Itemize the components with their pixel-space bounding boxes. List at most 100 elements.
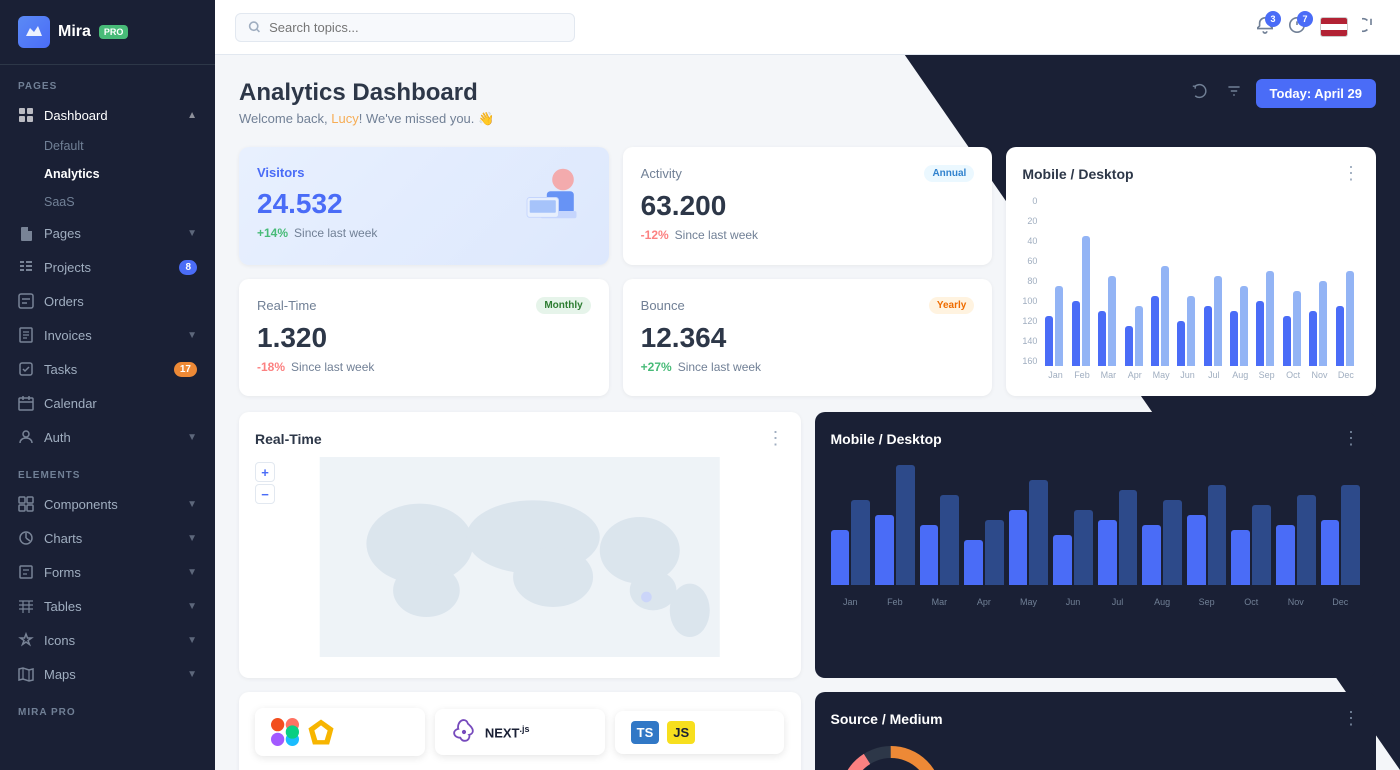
pages-label: PAGES: [0, 65, 215, 98]
alerts-btn[interactable]: 7: [1288, 16, 1306, 39]
sidebar-item-tables[interactable]: Tables ▼: [0, 589, 215, 623]
dark-bar-11a: [1276, 525, 1295, 585]
sidebar-item-calendar[interactable]: Calendar: [0, 386, 215, 420]
map-menu[interactable]: ⋮: [767, 428, 785, 449]
dark-bar-9b: [1208, 485, 1227, 585]
tables-icon: [18, 598, 34, 614]
sidebar-item-forms[interactable]: Forms ▼: [0, 555, 215, 589]
sidebar-item-dashboard[interactable]: Dashboard ▲: [0, 98, 215, 132]
sidebar-item-tasks[interactable]: Tasks 17: [0, 352, 215, 386]
realtime-value: 1.320: [257, 322, 591, 354]
components-label: Components: [44, 497, 177, 512]
bar-jul-light: [1214, 276, 1222, 366]
sidebar-item-invoices[interactable]: Invoices ▼: [0, 318, 215, 352]
auth-label: Auth: [44, 430, 177, 445]
tasks-label: Tasks: [44, 362, 164, 377]
bar-mar-light: [1108, 276, 1116, 366]
bounce-value: 12.364: [641, 322, 975, 354]
dark-bar-6b: [1074, 510, 1093, 585]
bar-chart-inner: [1041, 196, 1360, 366]
page-header-actions: Today: April 29: [1188, 79, 1376, 108]
sidebar-item-analytics[interactable]: Analytics: [0, 160, 215, 188]
main-content: 3 7 Analytics Dashboard Welcome back, Lu…: [215, 0, 1400, 770]
maps-chevron: ▼: [187, 669, 197, 680]
mobile-desktop-title: Mobile / Desktop: [1022, 166, 1133, 182]
logo-icon: [18, 16, 50, 48]
bar-jun-light: [1187, 296, 1195, 366]
invoices-chevron: ▼: [187, 330, 197, 341]
search-wrap[interactable]: [235, 13, 575, 42]
activity-label: Activity: [641, 166, 682, 181]
tables-chevron: ▼: [187, 601, 197, 612]
page-header: Analytics Dashboard Welcome back, Lucy! …: [239, 79, 1376, 127]
sidebar-item-default[interactable]: Default: [0, 132, 215, 160]
sidebar-item-charts[interactable]: Charts ▼: [0, 521, 215, 555]
dark-bar-4a: [964, 540, 983, 585]
realtime-change: -18%: [257, 360, 285, 374]
sidebar-item-icons[interactable]: Icons ▼: [0, 623, 215, 657]
components-icon: [18, 496, 34, 512]
figma-sketch-card: [255, 708, 425, 756]
forms-chevron: ▼: [187, 567, 197, 578]
bar-oct-dark: [1283, 316, 1291, 366]
pages-label-item: Pages: [44, 226, 177, 241]
bar-sep-light: [1266, 271, 1274, 366]
dark-bar-10b: [1252, 505, 1271, 585]
map-title: Real-Time: [255, 431, 322, 447]
tasks-badge: 17: [174, 362, 197, 377]
dark-bar-2b: [896, 465, 915, 585]
orders-label: Orders: [44, 294, 197, 309]
auth-icon: [18, 429, 34, 445]
sidebar-item-pages[interactable]: Pages ▼: [0, 216, 215, 250]
sidebar-item-auth[interactable]: Auth ▼: [0, 420, 215, 454]
source-medium-title: Source / Medium: [831, 711, 943, 727]
dark-bar-month-labels: Jan Feb Mar Apr May Jun Jul Aug Sep Oct …: [831, 597, 1361, 607]
bar-oct-light: [1293, 291, 1301, 366]
dark-bar-8a: [1142, 525, 1161, 585]
date-btn[interactable]: Today: April 29: [1256, 79, 1376, 108]
calendar-label: Calendar: [44, 396, 197, 411]
activity-value: 63.200: [641, 190, 975, 222]
language-flag[interactable]: [1320, 17, 1348, 37]
bar-may-dark: [1151, 296, 1159, 366]
sidebar-item-maps[interactable]: Maps ▼: [0, 657, 215, 691]
ts-js-card: TS JS: [615, 711, 785, 754]
invoices-icon: [18, 327, 34, 343]
sidebar-item-saas[interactable]: SaaS: [0, 188, 215, 216]
filter-btn[interactable]: [1222, 79, 1246, 108]
dark-bar-3b: [940, 495, 959, 585]
bottom-row: NEXT.js TS JS Source / Medium ⋮: [239, 692, 1376, 770]
sidebar-logo: Mira PRO: [0, 0, 215, 65]
auth-chevron: ▼: [187, 432, 197, 443]
world-map-svg: [255, 457, 785, 657]
sidebar-item-components[interactable]: Components ▼: [0, 487, 215, 521]
source-medium-card: Source / Medium ⋮: [815, 692, 1377, 770]
search-input[interactable]: [269, 20, 562, 35]
tables-label: Tables: [44, 599, 177, 614]
dark-bar-1a: [831, 530, 850, 585]
bar-feb-dark: [1072, 301, 1080, 366]
projects-badge: 8: [179, 260, 197, 275]
donut-wrap: +23% new visitors: [831, 737, 951, 770]
sidebar-item-projects[interactable]: Projects 8: [0, 250, 215, 284]
refresh-btn[interactable]: [1188, 79, 1212, 108]
projects-icon: [18, 259, 34, 275]
power-btn[interactable]: [1362, 16, 1380, 39]
dark-bar-1b: [851, 500, 870, 585]
notifications-btn[interactable]: 3: [1256, 16, 1274, 39]
figma-icon: [271, 718, 299, 746]
sidebar-item-orders[interactable]: Orders: [0, 284, 215, 318]
activity-footer: -12% Since last week: [641, 228, 975, 242]
realtime-label: Real-Time: [257, 298, 316, 313]
dark-chart-menu[interactable]: ⋮: [1342, 428, 1360, 449]
realtime-badge: Monthly: [536, 297, 590, 314]
dark-chart-title: Mobile / Desktop: [831, 431, 942, 447]
header: 3 7: [215, 0, 1400, 55]
mobile-desktop-menu[interactable]: ⋮: [1342, 163, 1360, 184]
charts-label: Charts: [44, 531, 177, 546]
dark-bar-7b: [1119, 490, 1138, 585]
tech-logos-grid: NEXT.js TS JS: [255, 708, 785, 756]
mobile-desktop-chart: Mobile / Desktop ⋮ 160 140 120 100 80 60…: [1006, 147, 1376, 396]
source-medium-menu[interactable]: ⋮: [1342, 708, 1360, 729]
bounce-change: +27%: [641, 360, 672, 374]
